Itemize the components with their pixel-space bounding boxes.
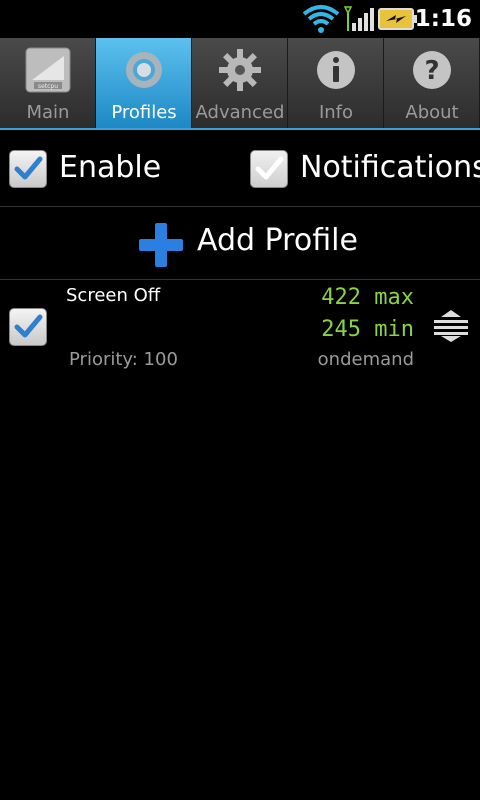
plus-icon: [139, 223, 183, 267]
tab-advanced[interactable]: Advanced: [192, 38, 288, 128]
tab-label: Advanced: [195, 102, 285, 123]
add-profile-button[interactable]: Add Profile: [0, 207, 480, 280]
enable-label[interactable]: Enable: [59, 150, 161, 186]
svg-text:setcpu: setcpu: [38, 83, 58, 90]
tab-about[interactable]: ? About: [384, 38, 480, 128]
tab-main[interactable]: setcpu Main: [0, 38, 96, 128]
tab-label: Info: [318, 102, 354, 123]
profiles-ring-icon: [126, 52, 162, 88]
tab-bar: setcpu Main Profiles Advanced Info ? Abo…: [0, 38, 480, 130]
clock: 1:16: [414, 6, 472, 32]
notifications-checkbox[interactable]: [250, 150, 288, 188]
setcpu-logo-icon: setcpu: [25, 47, 71, 93]
enable-checkbox[interactable]: [9, 150, 47, 188]
notifications-label[interactable]: Notifications: [300, 150, 480, 186]
profile-min-frequency: 245 min: [321, 317, 414, 342]
profile-item[interactable]: Screen Off Priority: 100 422 max 245 min…: [0, 280, 480, 380]
tab-info[interactable]: Info: [288, 38, 384, 128]
signal-icon: [344, 6, 374, 31]
svg-text:?: ?: [424, 56, 439, 86]
tab-label: About: [405, 102, 459, 123]
profile-name: Screen Off: [66, 285, 161, 306]
add-profile-label: Add Profile: [197, 223, 358, 258]
profile-max-frequency: 422 max: [321, 285, 414, 310]
wifi-icon: [302, 5, 340, 33]
tab-label: Main: [26, 102, 70, 123]
checkmark-icon: [14, 156, 43, 180]
profile-enabled-checkbox[interactable]: [9, 308, 47, 346]
profile-governor: ondemand: [317, 349, 414, 370]
battery-charging-icon: [378, 8, 417, 30]
gear-icon: [219, 49, 261, 91]
info-icon: [317, 51, 355, 89]
checkmark-icon: [14, 314, 43, 338]
tab-profiles[interactable]: Profiles: [96, 38, 192, 128]
checkmark-outline-icon: [255, 156, 284, 180]
tab-label: Profiles: [111, 102, 177, 123]
drag-handle-icon[interactable]: [432, 308, 470, 344]
status-bar: 1:16: [0, 0, 480, 38]
profile-priority: Priority: 100: [69, 349, 178, 370]
options-row: Enable Notifications: [0, 132, 480, 207]
question-icon: ?: [413, 51, 451, 89]
